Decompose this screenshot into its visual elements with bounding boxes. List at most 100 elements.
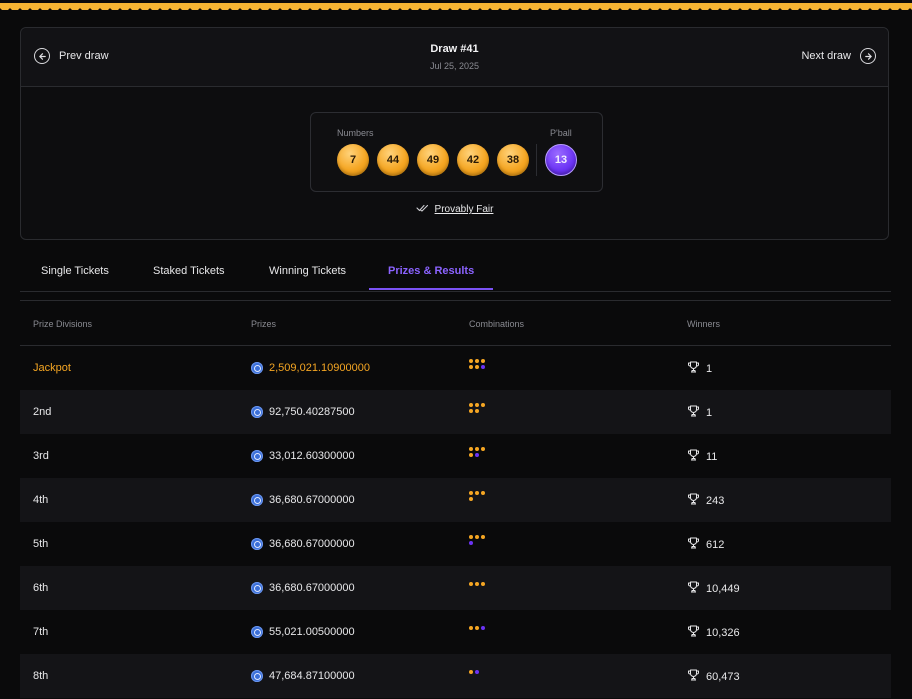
trophy-icon <box>687 405 700 420</box>
tabs-bar: Single Tickets Staked Tickets Winning Ti… <box>20 256 891 292</box>
tab-prizes-results[interactable]: Prizes & Results <box>388 265 474 277</box>
arrow-right-icon <box>860 48 876 64</box>
coin-icon <box>251 362 263 374</box>
balls-divider <box>536 144 537 176</box>
tab-staked-tickets[interactable]: Staked Tickets <box>153 265 225 277</box>
prize-division: 4th <box>33 494 49 506</box>
trophy-icon <box>687 537 700 552</box>
trophy-icon <box>687 361 700 376</box>
winners-cell: 10,326 <box>687 625 740 640</box>
winners-cell: 612 <box>687 537 724 552</box>
winners-count: 612 <box>706 538 725 551</box>
table-row: 2nd 92,750.40287500 1 <box>20 390 891 434</box>
prize-cell: 33,012.60300000 <box>251 450 355 462</box>
number-ball: 44 <box>377 144 409 176</box>
decorative-wavy-border <box>0 0 912 10</box>
table-row: Jackpot 2,509,021.10900000 1 <box>20 346 891 390</box>
prize-amount: 47,684.87100000 <box>269 670 355 682</box>
number-ball: 42 <box>457 144 489 176</box>
combination-dots-icon <box>469 623 491 639</box>
tab-winning-tickets[interactable]: Winning Tickets <box>269 265 346 277</box>
combination-dots-icon <box>469 447 491 463</box>
double-check-icon <box>415 204 429 215</box>
winners-count: 243 <box>706 494 725 507</box>
combination-dots-icon <box>469 403 491 419</box>
prize-division: 7th <box>33 626 49 638</box>
coin-icon <box>251 494 263 506</box>
prize-amount: 36,680.67000000 <box>269 538 355 550</box>
number-ball: 49 <box>417 144 449 176</box>
table-row: 3rd 33,012.60300000 11 <box>20 434 891 478</box>
prize-cell: 55,021.00500000 <box>251 626 355 638</box>
trophy-icon <box>687 493 700 508</box>
prize-division: 2nd <box>33 406 52 418</box>
table-row: 6th 36,680.67000000 10,449 <box>20 566 891 610</box>
prize-amount: 2,509,021.10900000 <box>269 362 370 374</box>
draw-header: Prev draw Draw #41 Jul 25, 2025 Next dra… <box>21 28 888 87</box>
winners-cell: 10,449 <box>687 581 740 596</box>
draw-date: Jul 25, 2025 <box>429 61 480 71</box>
powerball: 13 <box>545 144 577 176</box>
coin-icon <box>251 538 263 550</box>
number-ball: 7 <box>337 144 369 176</box>
winners-cell: 11 <box>687 449 717 464</box>
trophy-icon <box>687 669 700 684</box>
winners-cell: 60,473 <box>687 669 740 684</box>
next-draw-button[interactable]: Next draw <box>801 48 876 64</box>
header-winners: Winners <box>687 319 721 329</box>
winners-count: 10,449 <box>706 582 740 595</box>
table-row: 7th 55,021.00500000 10,326 <box>20 610 891 654</box>
coin-icon <box>251 450 263 462</box>
table-row: 4th 36,680.67000000 243 <box>20 478 891 522</box>
prize-division: 6th <box>33 582 49 594</box>
prize-cell: 47,684.87100000 <box>251 670 355 682</box>
header-combinations: Combinations <box>469 319 525 329</box>
powerball-label: P'ball <box>550 128 572 138</box>
prize-cell: 36,680.67000000 <box>251 582 355 594</box>
winners-count: 10,326 <box>706 626 740 639</box>
combination-dots-icon <box>469 491 491 507</box>
prize-cell: 2,509,021.10900000 <box>251 362 370 374</box>
header-prize-divisions: Prize Divisions <box>33 319 93 329</box>
table-row: 8th 47,684.87100000 60,473 <box>20 654 891 698</box>
winning-numbers-box: Numbers P'ball 7 44 49 42 38 13 <box>310 112 603 192</box>
combination-dots-icon <box>469 579 491 595</box>
header-prizes: Prizes <box>251 319 277 329</box>
winners-count: 11 <box>706 450 718 463</box>
table-body: Jackpot 2,509,021.10900000 1 2nd 92,750.4028… <box>20 346 891 698</box>
winners-cell: 1 <box>687 361 712 376</box>
table-row: 5th 36,680.67000000 612 <box>20 522 891 566</box>
tab-single-tickets[interactable]: Single Tickets <box>41 265 109 277</box>
prize-amount: 92,750.40287500 <box>269 406 355 418</box>
trophy-icon <box>687 581 700 596</box>
prize-amount: 33,012.60300000 <box>269 450 355 462</box>
prize-division: 5th <box>33 538 49 550</box>
numbers-label: Numbers <box>337 128 374 138</box>
prize-division: Jackpot <box>33 362 71 374</box>
coin-icon <box>251 582 263 594</box>
winners-count: 1 <box>706 406 713 419</box>
trophy-icon <box>687 625 700 640</box>
draw-title: Draw #41 <box>430 43 479 55</box>
prize-cell: 36,680.67000000 <box>251 538 355 550</box>
winners-count: 60,473 <box>706 670 740 683</box>
combination-dots-icon <box>469 535 491 551</box>
coin-icon <box>251 626 263 638</box>
prize-amount: 36,680.67000000 <box>269 582 355 594</box>
prize-amount: 36,680.67000000 <box>269 494 355 506</box>
provably-fair: Provably Fair <box>21 204 888 215</box>
prize-division: 3rd <box>33 450 49 462</box>
next-draw-label: Next draw <box>801 50 851 62</box>
coin-icon <box>251 670 263 682</box>
prize-amount: 55,021.00500000 <box>269 626 355 638</box>
number-ball: 38 <box>497 144 529 176</box>
provably-fair-link[interactable]: Provably Fair <box>435 204 494 215</box>
prize-cell: 92,750.40287500 <box>251 406 355 418</box>
combination-dots-icon <box>469 667 491 683</box>
winners-count: 1 <box>706 362 713 375</box>
table-header: Prize Divisions Prizes Combinations Winn… <box>20 301 891 346</box>
coin-icon <box>251 406 263 418</box>
draw-card: Prev draw Draw #41 Jul 25, 2025 Next dra… <box>20 27 889 240</box>
combination-dots-icon <box>469 359 491 375</box>
winners-cell: 243 <box>687 493 724 508</box>
